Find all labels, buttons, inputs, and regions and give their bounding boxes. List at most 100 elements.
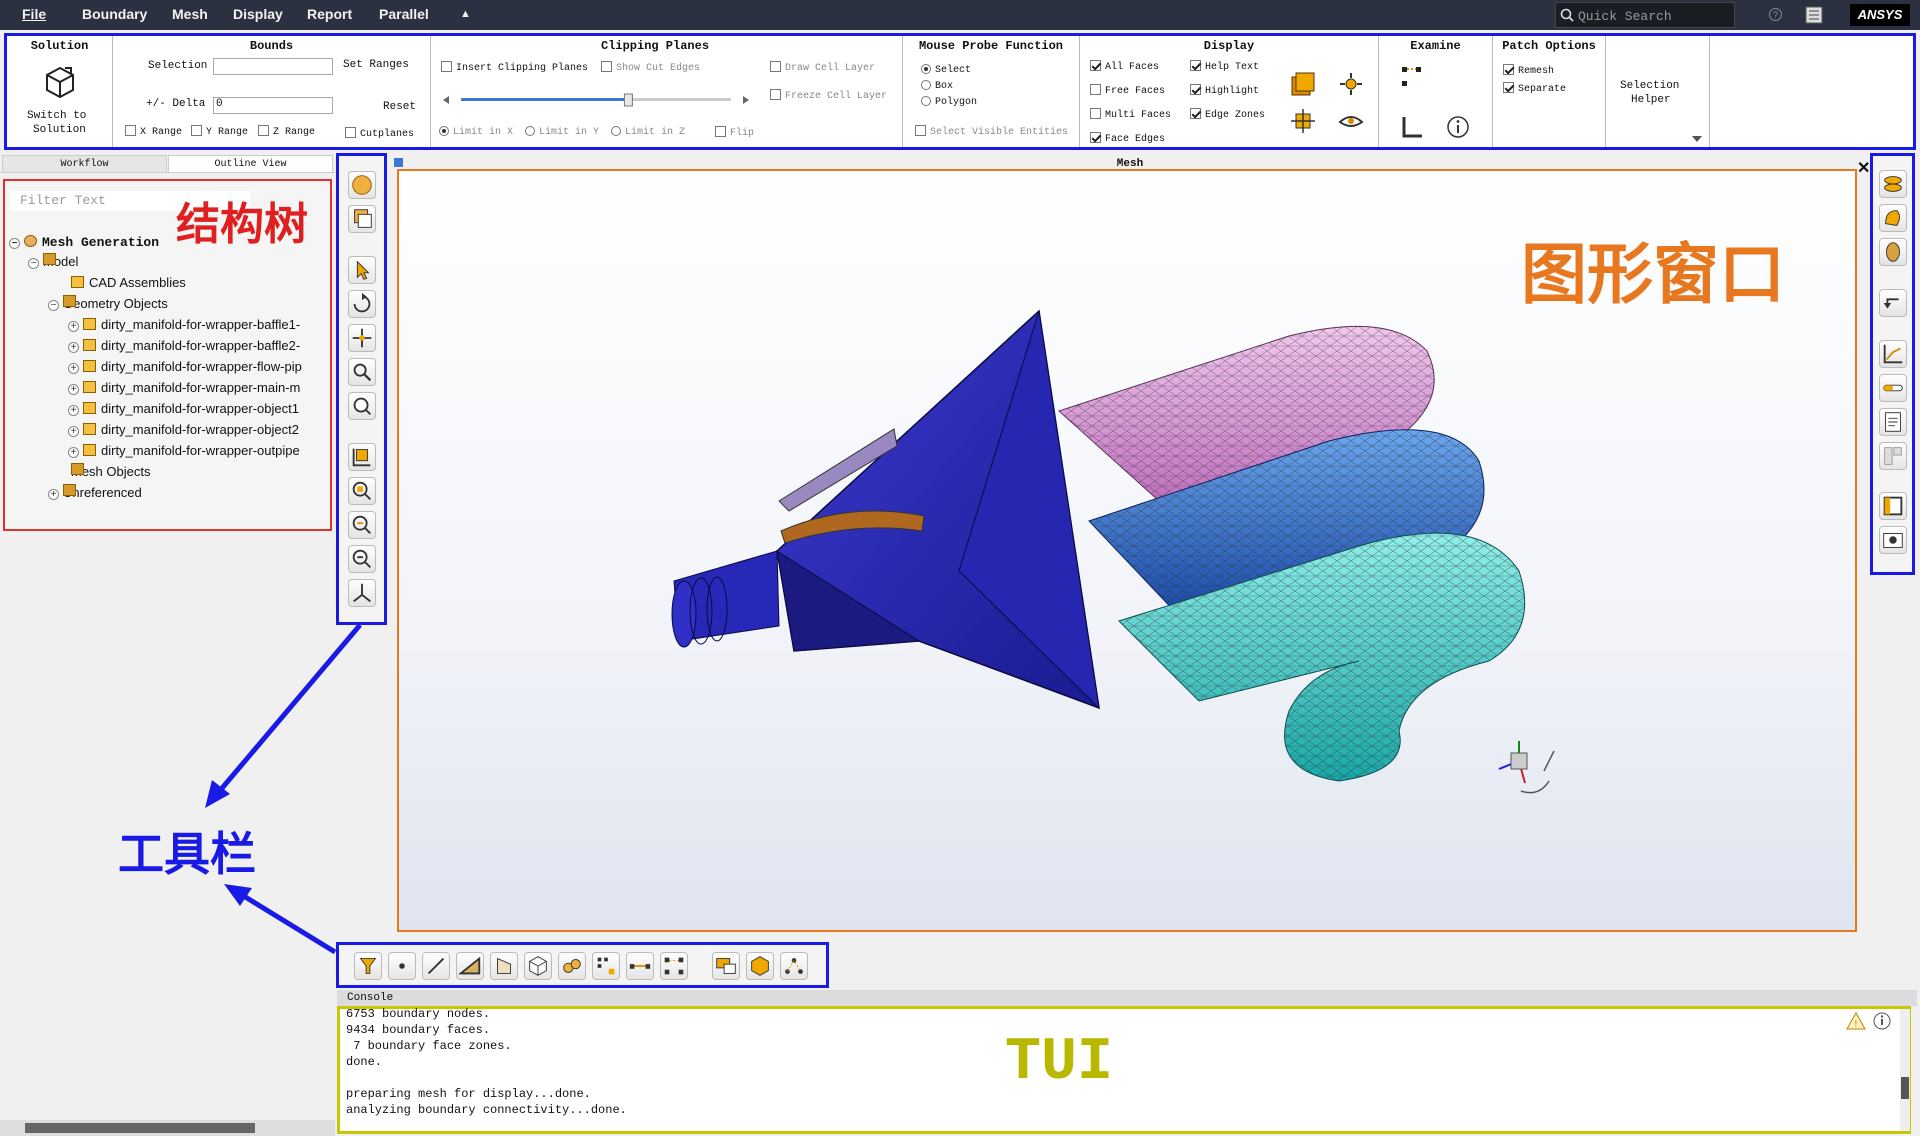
rotate-icon[interactable] — [348, 290, 376, 318]
probe-box-radio[interactable]: Box — [921, 80, 953, 92]
slider-left-arrow-icon[interactable] — [443, 96, 449, 104]
examine-angle-icon[interactable] — [1399, 114, 1425, 140]
tree-item-unreferenced[interactable]: + Unreferenced — [48, 484, 142, 502]
clipping-slider-thumb[interactable] — [623, 93, 633, 107]
help-icon[interactable]: ? — [1768, 7, 1783, 22]
expand-icon[interactable]: + — [68, 426, 79, 437]
freeze-cell-layer-checkbox[interactable]: Freeze Cell Layer — [770, 89, 887, 102]
tree-item-mesh-generation[interactable]: − Mesh Generation — [9, 233, 159, 251]
menu-display[interactable]: Display — [233, 6, 283, 22]
edge-zones-checkbox[interactable]: Edge Zones — [1190, 108, 1265, 121]
tree-item-mesh-objects[interactable]: Mesh Objects — [71, 463, 150, 481]
expand-icon[interactable]: + — [68, 342, 79, 353]
z-range-checkbox[interactable]: Z Range — [258, 125, 315, 138]
switch-to-solution-label-2[interactable]: Solution — [33, 124, 86, 136]
all-faces-checkbox[interactable]: All Faces — [1090, 60, 1159, 73]
graphics-window[interactable]: 图形窗口 — [397, 169, 1857, 932]
free-faces-checkbox[interactable]: Free Faces — [1090, 84, 1165, 97]
shaded-icon[interactable] — [1879, 238, 1907, 266]
zoom-out-icon[interactable] — [348, 545, 376, 573]
display-mesh-icon[interactable] — [1290, 108, 1316, 134]
y-range-checkbox[interactable]: Y Range — [191, 125, 248, 138]
face-icon[interactable] — [490, 952, 518, 980]
zoom-in-icon[interactable] — [348, 511, 376, 539]
x-range-checkbox[interactable]: X Range — [125, 125, 182, 138]
layout-icon[interactable] — [1879, 442, 1907, 470]
switch-to-solution-icon[interactable] — [45, 66, 75, 98]
slider-right-arrow-icon[interactable] — [743, 96, 749, 104]
probe-polygon-radio[interactable]: Polygon — [921, 96, 977, 108]
separate-checkbox[interactable]: Separate — [1503, 82, 1566, 95]
switch-to-solution-label-1[interactable]: Switch to — [27, 110, 86, 122]
limit-x-radio[interactable]: Limit in X — [439, 126, 513, 138]
report-icon[interactable] — [1879, 408, 1907, 436]
menu-boundary[interactable]: Boundary — [82, 6, 147, 22]
edge-zone-icon[interactable] — [626, 952, 654, 980]
volume-select-icon[interactable] — [746, 952, 774, 980]
node-icon[interactable] — [388, 952, 416, 980]
menu-parallel[interactable]: Parallel — [379, 6, 429, 22]
scrollbar-thumb[interactable] — [25, 1123, 255, 1133]
show-cut-edges-checkbox[interactable]: Show Cut Edges — [601, 61, 700, 74]
filter-icon[interactable] — [354, 952, 382, 980]
pan-icon[interactable] — [348, 324, 376, 352]
pointer-icon[interactable] — [348, 256, 376, 284]
limit-y-radio[interactable]: Limit in Y — [525, 126, 599, 138]
expand-icon[interactable]: + — [68, 447, 79, 458]
expand-icon[interactable]: + — [68, 363, 79, 374]
expand-icon[interactable]: + — [68, 321, 79, 332]
tab-workflow[interactable]: Workflow — [2, 155, 167, 173]
tree-item-object[interactable]: + dirty_manifold-for-wrapper-main-m — [68, 379, 300, 397]
examine-nodes-icon[interactable] — [1399, 64, 1425, 90]
plot-icon[interactable] — [1879, 340, 1907, 368]
tree-item-model[interactable]: − Model — [28, 253, 78, 271]
selection-helper-group[interactable]: Selection Helper — [1606, 36, 1710, 147]
window-menu-icon[interactable] — [394, 158, 403, 167]
reset-button[interactable]: Reset — [383, 101, 416, 113]
tree-item-cad-assemblies[interactable]: CAD Assemblies — [71, 274, 186, 292]
help-text-checkbox[interactable]: Help Text — [1190, 60, 1259, 73]
console-output[interactable]: 6753 boundary nodes. 9434 boundary faces… — [337, 1006, 1911, 1134]
tree-item-object[interactable]: + dirty_manifold-for-wrapper-object2 — [68, 421, 299, 439]
undo-view-icon[interactable] — [1879, 289, 1907, 317]
quick-search-input[interactable]: Quick Search — [1555, 2, 1735, 28]
expand-icon[interactable]: + — [68, 384, 79, 395]
zoom-icon[interactable] — [348, 358, 376, 386]
collapse-icon[interactable]: − — [9, 238, 20, 249]
tree-item-geometry-objects[interactable]: − Geometry Objects — [48, 295, 168, 313]
remesh-checkbox[interactable]: Remesh — [1503, 64, 1554, 77]
info-icon[interactable] — [1872, 1011, 1892, 1031]
zoom-fit-icon[interactable] — [348, 477, 376, 505]
notes-icon[interactable] — [1805, 6, 1823, 24]
tree-item-object[interactable]: + dirty_manifold-for-wrapper-flow-pip — [68, 358, 302, 376]
tree-item-object[interactable]: + dirty_manifold-for-wrapper-baffle2- — [68, 337, 300, 355]
collapse-icon[interactable]: − — [28, 258, 39, 269]
selection-helper-label-2[interactable]: Helper — [1631, 94, 1671, 106]
tree-horizontal-scrollbar[interactable] — [0, 1120, 335, 1136]
snapshot-icon[interactable] — [1879, 526, 1907, 554]
object-select-icon[interactable] — [712, 952, 740, 980]
menu-report[interactable]: Report — [307, 6, 352, 22]
console-scrollbar[interactable] — [1900, 1009, 1910, 1131]
set-ranges-button[interactable]: Set Ranges — [343, 59, 409, 71]
selection-input[interactable] — [213, 58, 333, 75]
multi-faces-checkbox[interactable]: Multi Faces — [1090, 108, 1171, 121]
warning-icon[interactable]: ! — [1846, 1011, 1866, 1031]
surface-icon[interactable] — [1879, 170, 1907, 198]
display-faces-icon[interactable] — [1290, 71, 1316, 97]
collapse-ribbon-button[interactable]: ▲ — [460, 8, 471, 20]
menu-mesh[interactable]: Mesh — [172, 6, 208, 22]
selection-helper-label-1[interactable]: Selection — [1620, 80, 1679, 92]
collapse-icon[interactable]: − — [48, 300, 59, 311]
ribbon-expand-icon[interactable] — [1692, 136, 1702, 142]
flip-checkbox[interactable]: Flip — [715, 126, 754, 139]
scrollbar-thumb[interactable] — [1901, 1077, 1909, 1099]
edge-icon[interactable] — [422, 952, 450, 980]
close-graphics-button[interactable]: ✕ — [1857, 158, 1870, 178]
display-settings-icon[interactable] — [1338, 71, 1364, 97]
window-icon[interactable] — [1879, 492, 1907, 520]
node-group-icon[interactable] — [592, 952, 620, 980]
tree-item-object[interactable]: + dirty_manifold-for-wrapper-object1 — [68, 400, 299, 418]
limit-z-radio[interactable]: Limit in Z — [611, 126, 685, 138]
cell-icon[interactable] — [524, 952, 552, 980]
